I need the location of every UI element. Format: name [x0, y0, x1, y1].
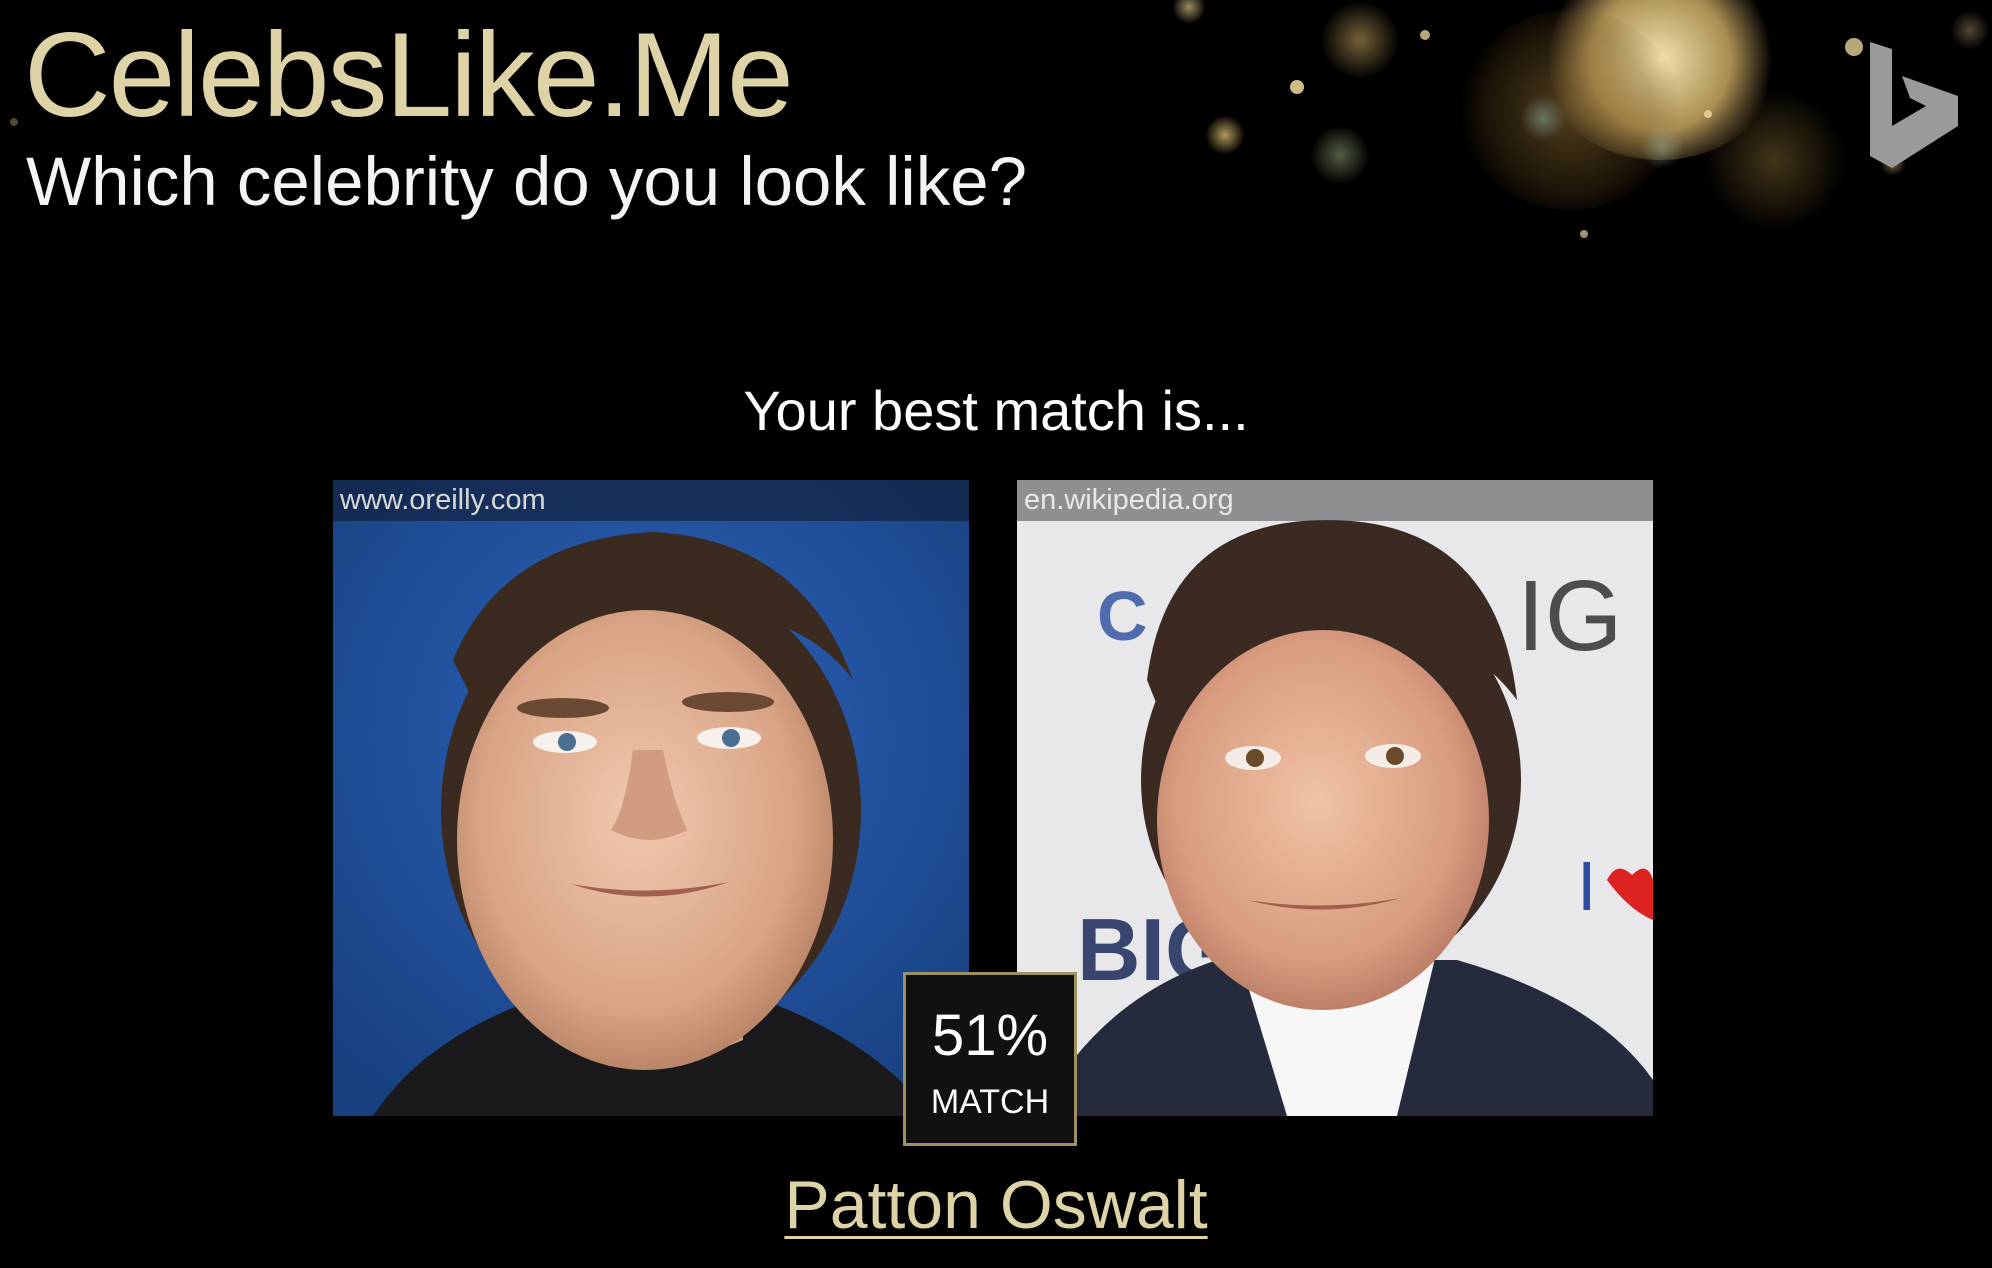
site-title[interactable]: CelebsLike.Me — [24, 8, 794, 142]
svg-text:IG F: IG F — [1517, 560, 1653, 672]
user-photo: www.oreilly.com — [333, 480, 969, 1116]
svg-text:I: I — [1577, 847, 1596, 925]
celebrity-name-container: Patton Oswalt — [0, 1167, 1992, 1243]
match-percent: 51% — [931, 1003, 1049, 1068]
svg-text:C: C — [1097, 577, 1148, 655]
user-photo-source[interactable]: www.oreilly.com — [333, 480, 969, 521]
match-label: MATCH — [930, 1083, 1050, 1121]
celebrity-name-link[interactable]: Patton Oswalt — [784, 1167, 1207, 1243]
match-heading: Your best match is... — [743, 379, 1249, 442]
celebrity-photo-source[interactable]: en.wikipedia.org — [1017, 480, 1653, 521]
match-score-badge: 51% MATCH — [903, 972, 1077, 1146]
site-tagline: Which celebrity do you look like? — [26, 143, 1027, 220]
bing-logo-icon[interactable] — [1864, 38, 1964, 174]
celebrity-photo[interactable]: C IG F BIG I en.wikipedia.org — [1017, 480, 1653, 1116]
